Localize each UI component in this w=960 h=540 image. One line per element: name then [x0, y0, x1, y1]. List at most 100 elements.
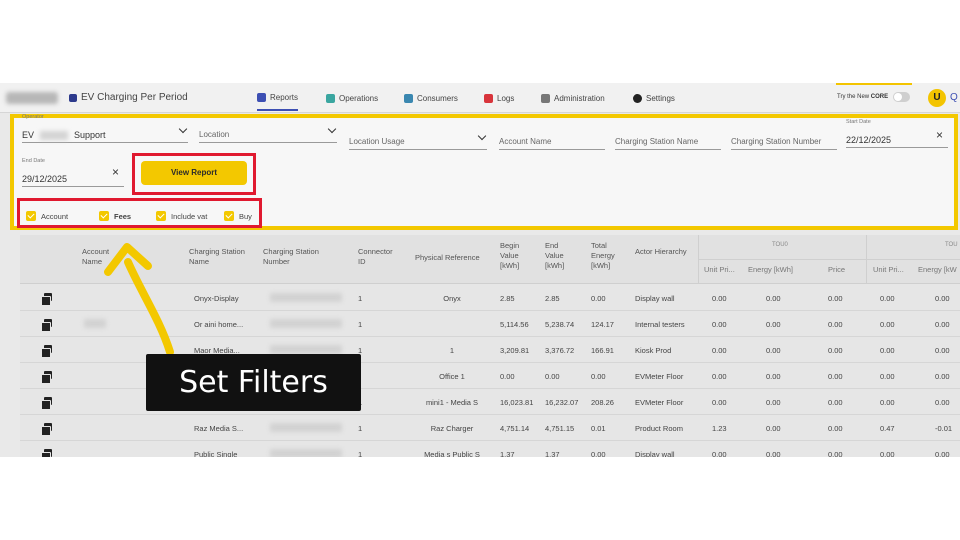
- include-vat-checkbox[interactable]: Include vat: [156, 211, 207, 221]
- header-total-energy[interactable]: Total Energy [kWh]: [591, 241, 625, 271]
- table-cell-station: Onyx-Display: [194, 294, 239, 303]
- nav-tab-administration[interactable]: Administration: [541, 83, 605, 113]
- table-cell-begin: 2.85: [500, 294, 515, 303]
- view-report-button[interactable]: View Report: [141, 161, 247, 185]
- charging-station-name-input[interactable]: Charging Station Name: [615, 130, 721, 150]
- nav-tab-consumers[interactable]: Consumers: [404, 83, 458, 113]
- table-cell-price: 0.00: [828, 346, 843, 355]
- nav-tab-reports[interactable]: Reports: [257, 85, 299, 111]
- copy-icon[interactable]: [41, 345, 52, 358]
- nav-label: Settings: [646, 93, 675, 103]
- table-row[interactable]: Onyx-Display 1 Onyx 2.85 2.85 0.00 Display wal…: [20, 285, 960, 311]
- header-unit-price[interactable]: Unit Pri...: [704, 265, 735, 274]
- table-cell-phys: Media s Public S: [424, 450, 480, 457]
- table-cell-up2: 0.00: [880, 398, 895, 407]
- copy-icon[interactable]: [41, 319, 52, 332]
- location-select[interactable]: Location: [199, 123, 337, 143]
- table-cell-energy: 0.00: [766, 372, 781, 381]
- start-date-label: Start Date: [846, 119, 871, 125]
- filter-panel: Operator EV Support Location Location Usa…: [10, 114, 958, 230]
- table-row[interactable]: Or aini home... 1 5,114.56 5,238.74 124.17 In…: [20, 311, 960, 337]
- redacted-station-number: [270, 345, 342, 354]
- checkbox-checked-icon: [156, 211, 166, 221]
- table-cell-up2: 0.00: [880, 320, 895, 329]
- header-end-value[interactable]: End Value [kWh]: [545, 241, 579, 271]
- operator-select[interactable]: Operator EV Support: [22, 114, 188, 143]
- clear-end-date-icon[interactable]: ×: [112, 165, 119, 179]
- copy-icon[interactable]: [41, 397, 52, 410]
- table-row[interactable]: Raz Media S... 1 Raz Charger 4,751.14 4,751.…: [20, 415, 960, 441]
- account-name-input[interactable]: Account Name: [499, 130, 605, 150]
- checkbox-label: Include vat: [171, 211, 208, 221]
- header-charging-station-name[interactable]: Charging Station Name: [189, 247, 249, 267]
- report-icon: [69, 94, 77, 102]
- table-cell-actor: Kiosk Prod: [635, 346, 672, 355]
- operator-value: EV Support: [22, 130, 106, 141]
- table-cell-up: 0.00: [712, 294, 727, 303]
- header-group-tou: TOU: [945, 242, 958, 248]
- copy-icon[interactable]: [41, 371, 52, 384]
- clear-start-date-icon[interactable]: ×: [936, 128, 943, 142]
- header-actor-hierarchy[interactable]: Actor Hierarchy: [635, 247, 695, 257]
- header-price[interactable]: Price: [828, 265, 845, 274]
- table-cell-end: 3,376.72: [545, 346, 575, 355]
- location-usage-select[interactable]: Location Usage: [349, 130, 487, 150]
- table-cell-up: 0.00: [712, 372, 727, 381]
- table-cell-price: 0.00: [828, 450, 843, 457]
- table-cell-up2: 0.00: [880, 372, 895, 381]
- redacted-text: [40, 131, 69, 141]
- header-unit-price-2[interactable]: Unit Pri...: [873, 265, 904, 274]
- copy-icon[interactable]: [41, 449, 52, 457]
- charging-station-number-placeholder: Charging Station Number: [731, 137, 822, 146]
- copy-icon[interactable]: [41, 423, 52, 436]
- table-cell-end: 16,232.07: [545, 398, 579, 407]
- header-connector-id[interactable]: Connector ID: [358, 247, 402, 267]
- table-cell-actor: Display wall: [635, 294, 675, 303]
- start-date-value: 22/12/2025: [846, 135, 892, 145]
- core-toggle[interactable]: [893, 92, 910, 102]
- logs-icon: [484, 93, 493, 103]
- buy-checkbox[interactable]: Buy: [224, 211, 252, 221]
- table-cell-energy2: 0.00: [935, 320, 950, 329]
- nav-label: Logs: [497, 93, 515, 103]
- table-cell-end: 4,751.15: [545, 424, 575, 433]
- location-placeholder: Location: [199, 130, 230, 139]
- charging-station-number-input[interactable]: Charging Station Number: [731, 130, 837, 150]
- table-cell-actor: Internal testers: [635, 320, 685, 329]
- account-checkbox[interactable]: Account: [26, 211, 68, 221]
- try-core-label: Try the New CORE: [837, 94, 888, 100]
- table-cell-total: 208.26: [591, 398, 614, 407]
- header-begin-value[interactable]: Begin Value [kWh]: [500, 241, 536, 271]
- table-row[interactable]: Public Single 1 Media s Public S 1.37 1.37 0.…: [20, 441, 960, 457]
- table-cell-energy2: 0.00: [935, 398, 950, 407]
- search-icon[interactable]: Q: [950, 92, 958, 103]
- redacted-station-number: [270, 319, 342, 328]
- header-physical-reference[interactable]: Physical Reference: [415, 253, 495, 263]
- header-account-name[interactable]: Account Name: [82, 247, 124, 267]
- end-date-input[interactable]: End Date 29/12/2025: [22, 158, 124, 187]
- table-cell-begin: 1.37: [500, 450, 515, 457]
- end-date-label: End Date: [22, 158, 45, 164]
- table-cell-connector: 1: [358, 424, 363, 433]
- nav-tab-operations[interactable]: Operations: [326, 83, 378, 113]
- try-core-prefix: Try the New: [837, 94, 871, 100]
- table-cell-total: 166.91: [591, 346, 614, 355]
- table-cell-actor: EVMeter Floor: [635, 398, 684, 407]
- checkbox-checked-icon: [99, 211, 109, 221]
- header-energy-kwh[interactable]: Energy [kWh]: [748, 265, 793, 274]
- header-energy-kwh-2[interactable]: Energy [kW: [918, 265, 957, 274]
- report-table: Account Name Charging Station Name Charg…: [20, 235, 960, 457]
- header-charging-station-number[interactable]: Charging Station Number: [263, 247, 335, 267]
- copy-icon[interactable]: [41, 293, 52, 306]
- user-avatar[interactable]: U: [928, 89, 946, 107]
- fees-checkbox[interactable]: Fees: [99, 211, 131, 221]
- table-cell-total: 0.00: [591, 294, 606, 303]
- nav-tab-logs[interactable]: Logs: [484, 83, 514, 113]
- nav-tab-settings[interactable]: Settings: [633, 83, 675, 113]
- table-cell-begin: 0.00: [500, 372, 515, 381]
- chevron-down-icon: [477, 131, 487, 141]
- table-cell-up2: 0.00: [880, 450, 895, 457]
- start-date-input[interactable]: Start Date 22/12/2025: [846, 119, 948, 148]
- table-cell-energy: 0.00: [766, 398, 781, 407]
- table-cell-energy2: -0.01: [935, 424, 953, 433]
